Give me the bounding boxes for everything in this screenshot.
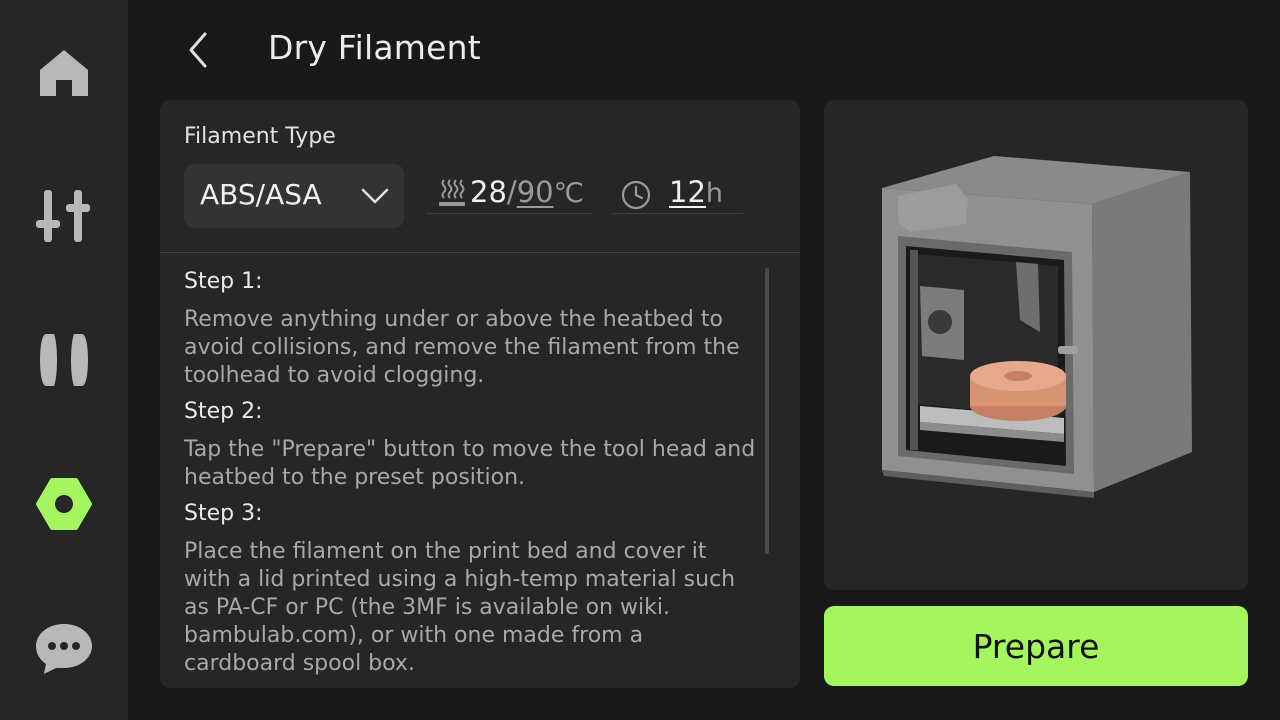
nav-home[interactable] <box>24 32 104 112</box>
sidebar <box>0 0 128 720</box>
step-title: Step 3: <box>184 501 263 526</box>
scrollbar[interactable] <box>765 268 769 554</box>
step-title: Step 1: <box>184 269 263 294</box>
messages-icon <box>36 624 92 674</box>
filament-type-label: Filament Type <box>184 124 336 149</box>
clock-icon <box>621 180 651 210</box>
filament-type-value: ABS/ASA <box>200 178 322 211</box>
settings-panel: Filament Type ABS/ASA 28/90℃ 12h Step 1:… <box>160 100 800 688</box>
filament-icon <box>40 334 88 386</box>
page-title: Dry Filament <box>268 28 481 67</box>
nav-controls[interactable] <box>24 176 104 256</box>
chevron-down-icon <box>361 188 389 204</box>
step-item: Step 3: Place the filament on the print … <box>184 500 756 678</box>
step-body: Tap the "Prepare" button to move the too… <box>184 437 756 490</box>
step-body: Remove anything under or above the heatb… <box>184 307 740 388</box>
divider <box>160 252 800 253</box>
temperature-field: 28/90℃ <box>426 172 592 214</box>
target-temperature-input[interactable]: 90 <box>517 175 554 209</box>
temperature-unit: ℃ <box>553 178 584 209</box>
filament-type-dropdown[interactable]: ABS/ASA <box>184 164 404 228</box>
duration-field: 12h <box>613 172 743 214</box>
home-icon <box>40 50 88 96</box>
back-button[interactable] <box>176 26 224 74</box>
step-item: Step 2: Tap the "Prepare" button to move… <box>184 398 756 492</box>
nav-messages[interactable] <box>24 608 104 688</box>
controls-icon <box>36 190 90 242</box>
temperature-separator: / <box>506 175 517 209</box>
nav-filament[interactable] <box>24 320 104 400</box>
chevron-left-icon <box>189 32 207 68</box>
step-body: Place the filament on the print bed and … <box>184 539 736 676</box>
duration-unit: h <box>705 178 724 209</box>
step-item: Step 1: Remove anything under or above t… <box>184 268 756 390</box>
prepare-button[interactable]: Prepare <box>824 606 1248 686</box>
heatbed-temperature-icon <box>439 179 465 206</box>
instruction-steps[interactable]: Step 1: Remove anything under or above t… <box>184 268 756 688</box>
printer-illustration <box>882 156 1192 498</box>
printer-illustration-panel <box>824 100 1248 590</box>
utilities-nut-icon <box>36 478 92 530</box>
nav-utilities[interactable] <box>24 464 104 544</box>
step-title: Step 2: <box>184 399 263 424</box>
current-temperature: 28 <box>470 175 507 209</box>
duration-input[interactable]: 12 <box>669 175 706 209</box>
